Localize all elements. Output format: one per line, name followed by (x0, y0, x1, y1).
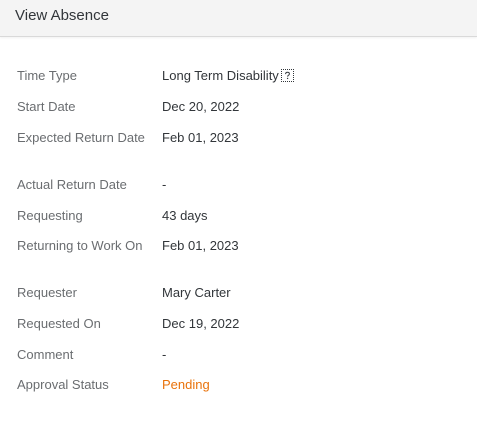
returning-to-work-on-label: Returning to Work On (17, 238, 143, 253)
requester-label: Requester (17, 285, 77, 300)
dialog-title: View Absence (15, 7, 109, 24)
status-badge: Pending (162, 377, 210, 392)
start-date-value: Dec 20, 2022 (162, 99, 240, 114)
time-type-value: Long Term Disability (162, 68, 279, 83)
actual-return-date-label: Actual Return Date (17, 177, 127, 192)
dialog-header: View Absence (0, 0, 477, 37)
expected-return-date-value: Feb 01, 2023 (162, 130, 239, 145)
start-date-label: Start Date (17, 99, 76, 114)
actual-return-date-value: - (162, 177, 167, 192)
returning-to-work-on-value: Feb 01, 2023 (162, 238, 239, 253)
time-type-label: Time Type (17, 68, 77, 83)
expected-return-date-label: Expected Return Date (17, 130, 145, 145)
requesting-label: Requesting (17, 208, 83, 223)
requester-value: Mary Carter (162, 285, 231, 300)
requested-on-value: Dec 19, 2022 (162, 316, 240, 331)
comment-value: - (162, 347, 167, 362)
requested-on-label: Requested On (17, 316, 101, 331)
time-type-value-wrap: Long Term Disability (162, 68, 294, 84)
comment-label: Comment (17, 347, 74, 362)
approval-status-label: Approval Status (17, 377, 109, 392)
help-icon[interactable] (280, 69, 294, 82)
requesting-value: 43 days (162, 208, 208, 223)
